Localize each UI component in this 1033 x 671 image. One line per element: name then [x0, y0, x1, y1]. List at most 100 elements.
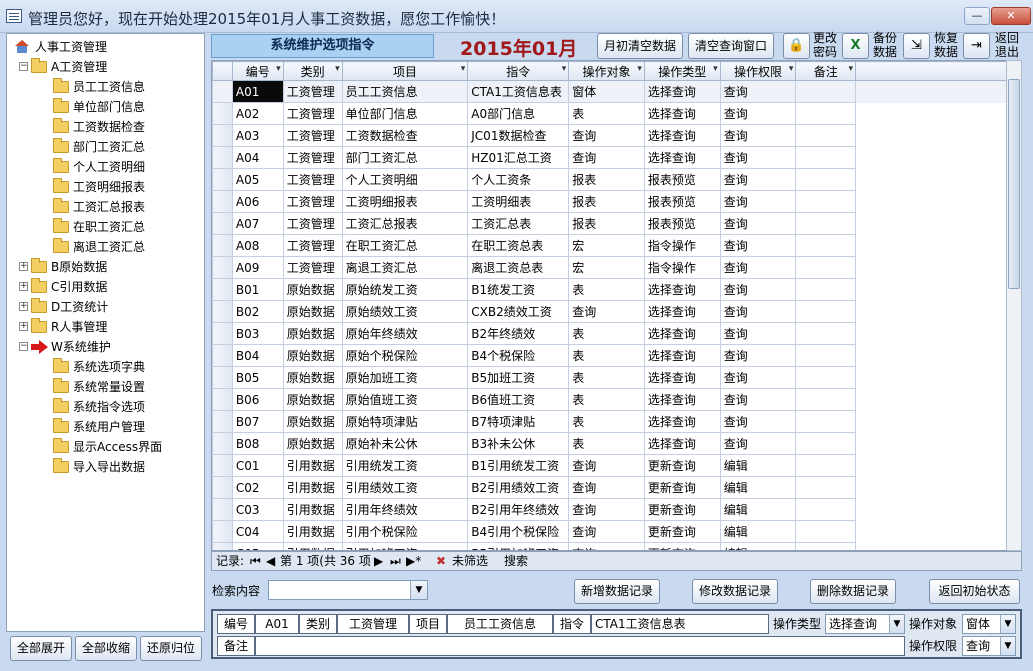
table-cell[interactable]: 原始数据 [282, 432, 343, 455]
table-cell[interactable]: 选择查询 [643, 124, 721, 147]
table-cell[interactable]: 选择查询 [643, 102, 721, 125]
row-selector[interactable] [212, 388, 233, 411]
table-cell[interactable]: B03 [231, 322, 284, 345]
delete-record-button[interactable]: 删除数据记录 [810, 579, 896, 604]
table-row[interactable]: A02 工资管理 单位部门信息 A0部门信息表选择查询 查询 [212, 102, 1021, 125]
clear-month-data-button[interactable]: 月初清空数据 [597, 33, 683, 59]
table-cell[interactable]: 查询 [568, 476, 645, 499]
excel-icon[interactable]: X [842, 33, 869, 59]
chevron-down-icon[interactable]: ▼ [889, 615, 904, 633]
table-row[interactable]: A01 工资管理 员工工资信息 CTA1工资信息表 窗体 选择查询 查询 [212, 80, 1021, 103]
table-cell[interactable]: 编辑 [719, 498, 797, 521]
table-cell[interactable]: A09 [231, 256, 284, 279]
table-cell[interactable]: 查询 [719, 344, 797, 367]
table-cell[interactable]: 原始值班工资 [341, 388, 469, 411]
table-row[interactable]: B04 原始数据 原始个税保险 B4个税保险表选择查询 查询 [212, 344, 1021, 367]
table-cell[interactable]: CTA1工资信息表 [467, 80, 570, 103]
tree-item[interactable]: 工资汇总报表 [7, 197, 202, 217]
table-cell[interactable]: 工资汇总表 [467, 212, 570, 235]
search-box[interactable]: 搜索 [504, 552, 528, 570]
table-cell[interactable]: 表 [568, 102, 645, 125]
row-selector[interactable] [212, 168, 233, 191]
table-cell[interactable]: 选择查询 [643, 146, 721, 169]
table-cell[interactable]: 查询 [719, 256, 797, 279]
tree-item[interactable]: + R人事管理 [7, 317, 202, 337]
table-cell[interactable]: C03 [231, 498, 284, 521]
chevron-down-icon[interactable]: ▼ [410, 581, 427, 599]
table-cell[interactable]: 表 [568, 366, 645, 389]
tree-item[interactable]: + B原始数据 [7, 257, 202, 277]
table-cell[interactable]: B7特项津贴 [467, 410, 570, 433]
close-button[interactable]: ✕ [991, 7, 1031, 25]
table-cell[interactable]: 查询 [719, 278, 797, 301]
table-cell[interactable]: 原始数据 [282, 344, 343, 367]
table-row[interactable]: A09 工资管理 离退工资汇总 离退工资总表宏指令操作 查询 [212, 256, 1021, 279]
table-cell[interactable]: HZ01汇总工资 [467, 146, 570, 169]
tree-item[interactable]: 离退工资汇总 [7, 237, 202, 257]
table-cell[interactable]: 引用绩效工资 [341, 476, 469, 499]
row-selector[interactable] [212, 520, 233, 543]
table-cell[interactable]: 引用数据 [282, 520, 343, 543]
table-cell[interactable]: CXB2绩效工资 [467, 300, 570, 323]
row-selector[interactable] [212, 80, 233, 103]
table-cell[interactable]: 原始年终绩效 [341, 322, 469, 345]
table-cell[interactable]: 窗体 [568, 80, 645, 103]
table-cell[interactable]: 引用统发工资 [341, 454, 469, 477]
tree-item[interactable]: 系统指令选项 [7, 397, 202, 417]
table-cell[interactable]: 报表 [568, 212, 645, 235]
table-cell[interactable]: 更新查询 [643, 476, 721, 499]
table-cell[interactable]: 工资汇总报表 [341, 212, 469, 235]
column-header[interactable]: 备注 [795, 61, 857, 81]
table-cell[interactable]: 离退工资总表 [467, 256, 570, 279]
table-cell[interactable]: 报表 [568, 168, 645, 191]
first-record-icon[interactable]: ⏮ [250, 552, 261, 570]
table-cell[interactable] [795, 476, 857, 499]
table-cell[interactable] [795, 542, 857, 550]
table-cell[interactable] [795, 344, 857, 367]
table-cell[interactable] [795, 432, 857, 455]
table-cell[interactable]: C02 [231, 476, 284, 499]
filter-icon[interactable]: ✖ [436, 552, 446, 570]
table-cell[interactable] [795, 234, 857, 257]
table-cell[interactable]: 员工工资信息 [341, 80, 469, 103]
table-cell[interactable]: 查询 [719, 322, 797, 345]
table-cell[interactable]: B04 [231, 344, 284, 367]
add-record-button[interactable]: 新增数据记录 [574, 579, 660, 604]
table-cell[interactable] [795, 454, 857, 477]
row-selector[interactable] [212, 322, 233, 345]
table-cell[interactable] [795, 388, 857, 411]
table-cell[interactable]: B5引用加班工资 [467, 542, 570, 550]
table-cell[interactable]: 选择查询 [643, 278, 721, 301]
table-cell[interactable]: 查询 [719, 300, 797, 323]
table-cell[interactable]: C05 [231, 542, 284, 550]
scrollbar-thumb[interactable] [1008, 79, 1020, 289]
minimize-button[interactable]: — [964, 7, 990, 25]
table-cell[interactable]: B2引用年终绩效 [467, 498, 570, 521]
table-cell[interactable]: 个人工资条 [467, 168, 570, 191]
table-cell[interactable]: 工资管理 [282, 190, 343, 213]
chevron-down-icon[interactable]: ▼ [1000, 615, 1015, 633]
table-cell[interactable]: 宏 [568, 256, 645, 279]
table-cell[interactable]: 编辑 [719, 476, 797, 499]
row-selector[interactable] [212, 498, 233, 521]
table-row[interactable]: B06 原始数据 原始值班工资 B6值班工资表选择查询 查询 [212, 388, 1021, 411]
table-row[interactable]: A08 工资管理 在职工资汇总 在职工资总表宏指令操作 查询 [212, 234, 1021, 257]
table-cell[interactable]: 查询 [719, 432, 797, 455]
table-cell[interactable]: 表 [568, 388, 645, 411]
table-cell[interactable] [795, 80, 857, 103]
table-cell[interactable]: 更新查询 [643, 542, 721, 550]
row-selector[interactable] [212, 234, 233, 257]
table-cell[interactable]: 选择查询 [643, 300, 721, 323]
table-cell[interactable]: 选择查询 [643, 410, 721, 433]
table-cell[interactable]: 工资管理 [282, 102, 343, 125]
table-cell[interactable]: A05 [231, 168, 284, 191]
table-cell[interactable]: 原始特项津贴 [341, 410, 469, 433]
table-cell[interactable]: B4个税保险 [467, 344, 570, 367]
table-cell[interactable]: 原始绩效工资 [341, 300, 469, 323]
exit-label[interactable]: 返回 退出 [995, 31, 1019, 59]
table-cell[interactable]: B2引用绩效工资 [467, 476, 570, 499]
table-cell[interactable] [795, 410, 857, 433]
table-cell[interactable] [795, 520, 857, 543]
row-selector[interactable] [212, 300, 233, 323]
row-selector[interactable] [212, 102, 233, 125]
